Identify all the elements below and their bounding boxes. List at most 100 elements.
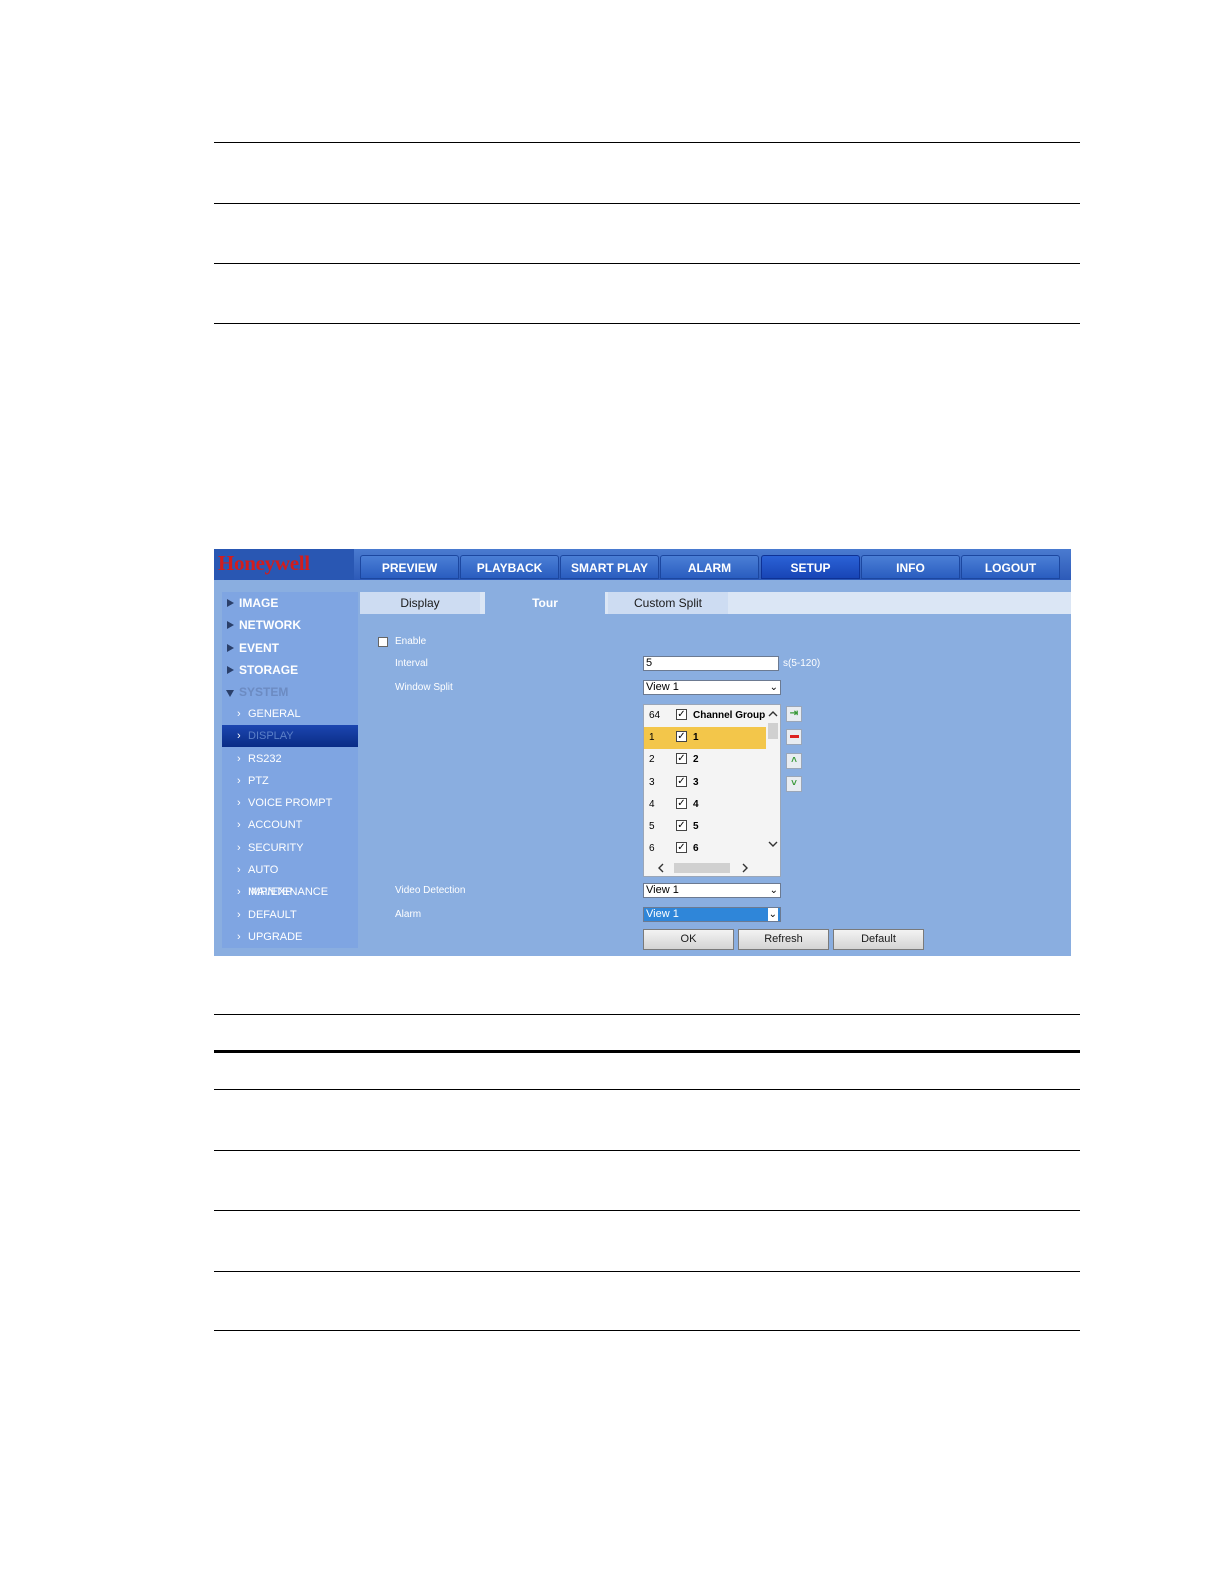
top-nav-bar: Honeywell PREVIEW PLAYBACK SMART PLAY AL… — [214, 549, 1071, 580]
move-down-icon[interactable]: ˅ — [786, 776, 802, 792]
chevron-down-icon: ⌄ — [769, 682, 778, 693]
row-number: 2 — [649, 754, 655, 765]
nav-smart-play[interactable]: SMART PLAY — [560, 555, 659, 579]
sidebar-item-label: EVENT — [239, 641, 280, 655]
sidebar-item-event[interactable]: EVENT — [222, 637, 358, 659]
window-split-value: View 1 — [646, 681, 679, 693]
row-label: 1 — [693, 732, 699, 743]
sidebar-item-label: DISPLAY — [248, 730, 294, 742]
brand-logo: Honeywell — [214, 549, 354, 580]
sidebar-item-default[interactable]: › DEFAULT — [222, 904, 358, 926]
sidebar-item-image[interactable]: IMAGE — [222, 592, 358, 614]
chevron-right-icon: › — [237, 730, 241, 742]
chevron-right-icon: › — [237, 842, 241, 854]
horizontal-scrollbar[interactable] — [646, 861, 780, 875]
nav-preview[interactable]: PREVIEW — [360, 555, 459, 579]
sidebar-item-general[interactable]: › GENERAL — [222, 703, 358, 725]
list-item[interactable]: 6 ✓ 6 — [644, 838, 766, 860]
sidebar-item-label: SECURITY — [248, 842, 304, 854]
scroll-thumb — [768, 723, 778, 739]
interval-input[interactable]: 5 — [643, 656, 779, 671]
enable-checkbox[interactable] — [378, 637, 388, 647]
row-checkbox[interactable]: ✓ — [676, 731, 687, 742]
sidebar-item-display[interactable]: › DISPLAY — [222, 725, 358, 747]
sidebar-item-rs232[interactable]: › RS232 — [222, 748, 358, 770]
sidebar-item-label: GENERAL — [248, 708, 301, 720]
sidebar-item-security[interactable]: › SECURITY — [222, 837, 358, 859]
row-checkbox[interactable]: ✓ — [676, 820, 687, 831]
chevron-right-icon: › — [237, 708, 241, 720]
nav-logout[interactable]: LOGOUT — [961, 555, 1060, 579]
sidebar-item-account[interactable]: › ACCOUNT — [222, 814, 358, 836]
chevron-right-icon: › — [237, 909, 241, 921]
interval-label: Interval — [395, 658, 428, 669]
row-checkbox[interactable]: ✓ — [676, 798, 687, 809]
bottom-rule-1 — [214, 1014, 1080, 1015]
move-up-icon[interactable]: ˄ — [786, 753, 802, 769]
alarm-value: View 1 — [646, 908, 679, 920]
chevron-right-icon: › — [237, 797, 241, 809]
ok-button[interactable]: OK — [643, 929, 734, 950]
sidebar-item-label: STORAGE — [239, 663, 299, 677]
row-label: 2 — [693, 754, 699, 765]
refresh-button[interactable]: Refresh — [738, 929, 829, 950]
sidebar-item-label: DEFAULT — [248, 909, 297, 921]
tab-bar: Display Tour Custom Split — [360, 592, 1071, 614]
chevron-right-icon: › — [237, 753, 241, 765]
video-detection-value: View 1 — [646, 884, 679, 896]
row-label: 6 — [693, 843, 699, 854]
tab-tour[interactable]: Tour — [485, 592, 605, 614]
chevron-right-icon: › — [237, 886, 241, 898]
list-item[interactable]: 2 ✓ 2 — [644, 749, 766, 771]
add-icon[interactable]: ⇥ — [786, 706, 802, 722]
row-checkbox[interactable]: ✓ — [676, 776, 687, 787]
sidebar-item-imp-exp[interactable]: › IMP/EXP — [222, 881, 358, 903]
select-all-checkbox[interactable]: ✓ — [676, 709, 687, 720]
header-label: Channel Group — [693, 710, 766, 721]
sidebar-item-label: PTZ — [248, 775, 269, 787]
video-detection-select[interactable]: View 1 ⌄ — [643, 883, 781, 898]
row-checkbox[interactable]: ✓ — [676, 842, 687, 853]
nav-info[interactable]: INFO — [861, 555, 960, 579]
caret-right-icon — [227, 621, 234, 629]
default-button[interactable]: Default — [833, 929, 924, 950]
list-item[interactable]: 5 ✓ 5 — [644, 816, 766, 838]
sidebar-item-storage[interactable]: STORAGE — [222, 659, 358, 681]
row-number: 6 — [649, 843, 655, 854]
alarm-label: Alarm — [395, 909, 422, 920]
interval-hint: s(5-120) — [783, 658, 821, 669]
caret-right-icon — [227, 599, 234, 607]
chevron-right-icon: › — [237, 819, 241, 831]
vertical-scrollbar[interactable] — [766, 707, 780, 857]
alarm-select[interactable]: View 1 ⌄ — [643, 907, 781, 922]
sidebar-item-voice-prompt[interactable]: › VOICE PROMPT — [222, 792, 358, 814]
nav-playback[interactable]: PLAYBACK — [460, 555, 559, 579]
channel-list-header: 64 ✓ Channel Group — [644, 705, 766, 727]
sidebar-item-auto-maintenance[interactable]: › AUTO MAINTENANCE — [222, 859, 358, 898]
caret-down-icon — [226, 690, 234, 697]
window-split-select[interactable]: View 1 ⌄ — [643, 680, 781, 695]
top-rule-1 — [214, 142, 1080, 143]
row-checkbox[interactable]: ✓ — [676, 753, 687, 764]
top-rule-3 — [214, 263, 1080, 264]
channel-group-list: 64 ✓ Channel Group 1 ✓ 1 2 ✓ 2 3 ✓ 3 4 ✓ — [643, 704, 781, 877]
sidebar-item-upgrade[interactable]: › UPGRADE — [222, 926, 358, 948]
sidebar-item-network[interactable]: NETWORK — [222, 614, 358, 636]
sidebar-item-label: ACCOUNT — [248, 819, 303, 831]
scroll-thumb — [674, 863, 730, 873]
list-item[interactable]: 4 ✓ 4 — [644, 794, 766, 816]
delete-icon[interactable] — [786, 729, 802, 745]
row-label: 5 — [693, 821, 699, 832]
setup-sidebar: IMAGE NETWORK EVENT STORAGE SYSTEM › GEN… — [222, 592, 358, 948]
sidebar-item-label: IMAGE — [239, 596, 279, 610]
list-item[interactable]: 1 ✓ 1 — [644, 727, 766, 749]
list-item[interactable]: 3 ✓ 3 — [644, 772, 766, 794]
sidebar-item-label: UPGRADE — [248, 931, 303, 943]
sidebar-item-system[interactable]: SYSTEM — [222, 681, 358, 703]
nav-setup[interactable]: SETUP — [761, 555, 860, 579]
sidebar-item-ptz[interactable]: › PTZ — [222, 770, 358, 792]
tab-custom-split[interactable]: Custom Split — [608, 592, 728, 614]
tab-display[interactable]: Display — [360, 592, 480, 614]
nav-alarm[interactable]: ALARM — [660, 555, 759, 579]
header-count: 64 — [649, 710, 661, 721]
